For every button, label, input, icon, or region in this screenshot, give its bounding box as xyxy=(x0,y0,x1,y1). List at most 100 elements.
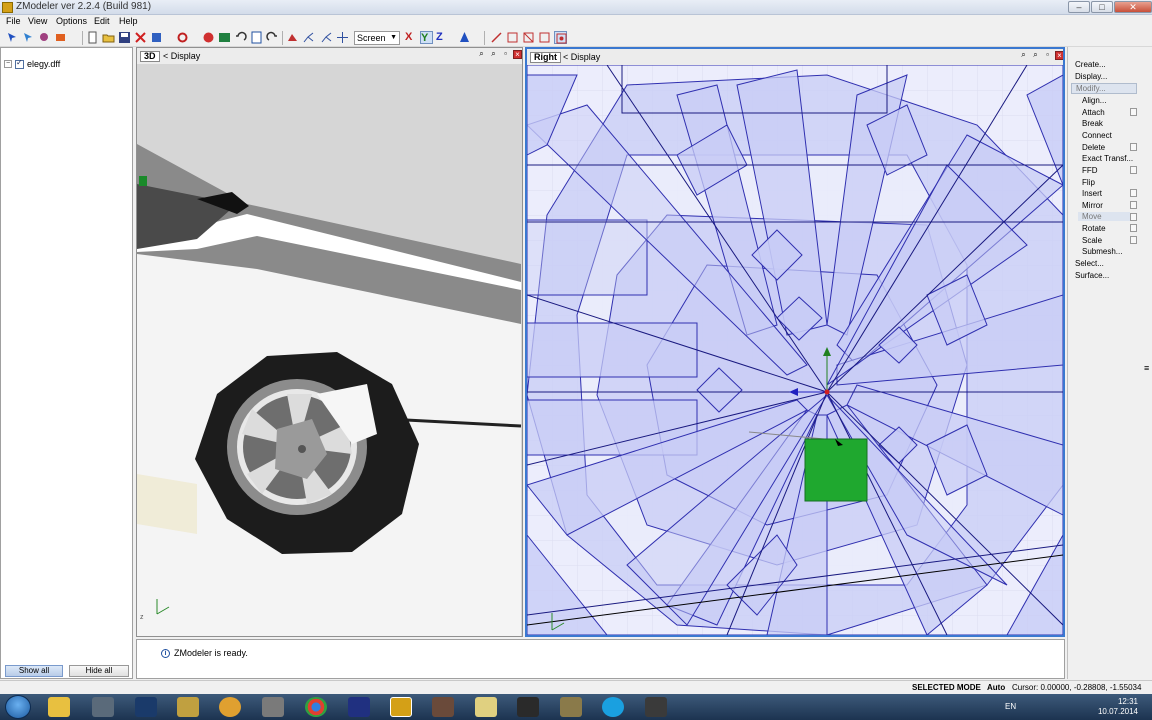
mirror-command[interactable]: Mirror xyxy=(1082,201,1103,210)
menu-options[interactable]: Options xyxy=(56,16,87,26)
select-edge-icon[interactable] xyxy=(22,31,35,44)
app-icon[interactable] xyxy=(177,697,199,717)
select-face-icon[interactable] xyxy=(38,31,51,44)
start-button[interactable] xyxy=(5,695,31,719)
move-tool-icon[interactable] xyxy=(150,31,163,44)
maximize-viewport-icon[interactable]: ▫ xyxy=(501,50,510,59)
menu-file[interactable]: File xyxy=(6,16,21,26)
zoom-extents-icon[interactable]: ⌕ xyxy=(489,50,498,59)
options-box[interactable] xyxy=(1130,189,1137,197)
axis-icon[interactable] xyxy=(320,31,333,44)
close-viewport-icon[interactable]: × xyxy=(1055,51,1063,60)
edge-mode-icon[interactable] xyxy=(506,31,519,44)
selected-face[interactable] xyxy=(805,439,867,501)
scale-command[interactable]: Scale xyxy=(1082,236,1102,245)
delete-icon[interactable] xyxy=(134,31,147,44)
language-indicator[interactable]: EN xyxy=(1005,702,1016,711)
viewport-3d[interactable]: 3D < Display ⌕ ⌕ ▫ × z xyxy=(136,47,523,637)
skype-icon[interactable] xyxy=(602,697,624,717)
show-all-button[interactable]: Show all xyxy=(5,665,63,677)
display-menu[interactable]: < Display xyxy=(163,51,200,61)
axis-y-toggle[interactable]: Y xyxy=(420,31,433,44)
app-icon[interactable] xyxy=(475,697,497,717)
axis-x-toggle[interactable]: X xyxy=(405,31,418,44)
explorer-icon[interactable] xyxy=(48,697,70,717)
surface-menu[interactable]: Surface... xyxy=(1075,271,1109,280)
redo-icon[interactable] xyxy=(266,31,279,44)
undo-icon[interactable] xyxy=(234,31,247,44)
viewport-right-label[interactable]: Right xyxy=(530,52,561,63)
options-box[interactable] xyxy=(1130,224,1137,232)
close-button[interactable]: ✕ xyxy=(1114,1,1152,13)
game-icon[interactable] xyxy=(432,697,454,717)
viewport-3d-label[interactable]: 3D xyxy=(140,51,160,62)
rotate-command[interactable]: Rotate xyxy=(1082,224,1106,233)
exact-transform-command[interactable]: Exact Transf... xyxy=(1082,154,1133,163)
maximize-viewport-icon[interactable]: ▫ xyxy=(1043,51,1052,60)
connect-command[interactable]: Connect xyxy=(1082,131,1112,140)
app-icon[interactable] xyxy=(517,697,539,717)
tree-item-elegy[interactable]: − elegy.dff xyxy=(4,58,60,69)
snap-icon[interactable] xyxy=(286,31,299,44)
select-menu[interactable]: Select... xyxy=(1075,259,1104,268)
zoom-icon[interactable]: ⌕ xyxy=(477,50,486,59)
face-mode-icon[interactable] xyxy=(522,31,535,44)
terminal-icon[interactable] xyxy=(92,697,114,717)
material-icon[interactable] xyxy=(218,31,231,44)
save-icon[interactable] xyxy=(118,31,131,44)
menu-view[interactable]: View xyxy=(28,16,47,26)
cone-icon[interactable] xyxy=(458,31,471,44)
attach-command[interactable]: Attach xyxy=(1082,108,1105,117)
align-command[interactable]: Align... xyxy=(1082,96,1106,105)
list-icon[interactable] xyxy=(250,31,263,44)
insert-command[interactable]: Insert xyxy=(1082,189,1102,198)
group-mode-icon[interactable] xyxy=(554,31,567,44)
chrome-icon[interactable] xyxy=(305,697,327,717)
maximize-button[interactable]: □ xyxy=(1091,1,1113,13)
app-icon[interactable] xyxy=(262,697,284,717)
record-icon[interactable] xyxy=(202,31,215,44)
display-menu[interactable]: < Display xyxy=(563,52,600,62)
axis-z-toggle[interactable]: Z xyxy=(436,31,449,44)
options-box[interactable] xyxy=(1130,108,1137,116)
delete-command[interactable]: Delete xyxy=(1082,143,1105,152)
video-editor-icon[interactable] xyxy=(645,697,667,717)
create-menu[interactable]: Create... xyxy=(1075,60,1106,69)
menu-edit[interactable]: Edit xyxy=(94,16,110,26)
zoom-icon[interactable]: ⌕ xyxy=(1019,51,1028,60)
pivot-icon[interactable] xyxy=(336,31,349,44)
visibility-checkbox[interactable] xyxy=(15,58,24,69)
options-box[interactable] xyxy=(1130,143,1137,151)
panel-scroll-marker[interactable]: ≡ xyxy=(1144,363,1149,373)
ffd-command[interactable]: FFD xyxy=(1082,166,1098,175)
options-box[interactable] xyxy=(1130,201,1137,209)
photoshop-icon[interactable] xyxy=(135,697,157,717)
select-object-icon[interactable] xyxy=(54,31,67,44)
open-folder-icon[interactable] xyxy=(102,31,115,44)
options-box[interactable] xyxy=(1130,213,1137,221)
media-player-icon[interactable] xyxy=(219,697,241,717)
new-file-icon[interactable] xyxy=(86,31,99,44)
vertex-mode-icon[interactable] xyxy=(490,31,503,44)
axis-icon[interactable] xyxy=(302,31,315,44)
zoom-extents-icon[interactable]: ⌕ xyxy=(1031,51,1040,60)
viewport-right[interactable]: Right < Display ⌕ ⌕ ▫ × xyxy=(525,47,1065,637)
clock[interactable]: 12:31 10.07.2014 xyxy=(1098,697,1138,717)
options-box[interactable] xyxy=(1130,236,1137,244)
expand-icon[interactable]: − xyxy=(4,60,12,68)
move-command[interactable]: Move xyxy=(1078,212,1130,221)
menu-help[interactable]: Help xyxy=(119,16,138,26)
app-icon[interactable] xyxy=(348,697,370,717)
zmodeler-icon[interactable] xyxy=(390,697,412,717)
minimize-button[interactable]: – xyxy=(1068,1,1090,13)
break-command[interactable]: Break xyxy=(1082,119,1103,128)
options-box[interactable] xyxy=(1130,166,1137,174)
display-menu[interactable]: Display... xyxy=(1075,72,1107,81)
object-mode-icon[interactable] xyxy=(538,31,551,44)
app-icon[interactable] xyxy=(560,697,582,717)
submesh-command[interactable]: Submesh... xyxy=(1082,247,1122,256)
coordinate-system-select[interactable]: Screen ▼ xyxy=(354,31,400,45)
rotate-tool-icon[interactable] xyxy=(176,31,189,44)
close-viewport-icon[interactable]: × xyxy=(513,50,522,59)
modify-menu[interactable]: Modify... xyxy=(1071,83,1137,94)
